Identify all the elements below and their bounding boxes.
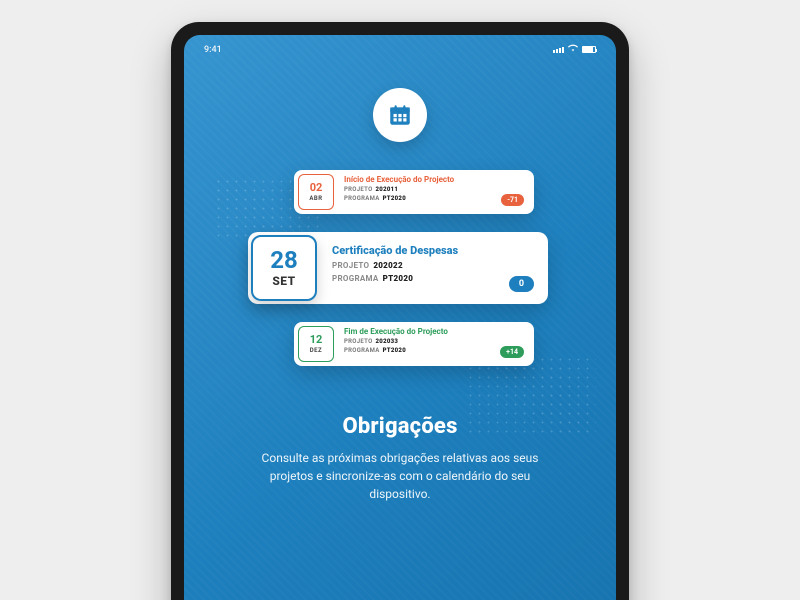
days-delta-badge: 0 [509,276,534,292]
card-program: PROGRAMAPT2020 [344,195,526,202]
obligation-card[interactable]: 02 ABR Início de Execução do Projecto PR… [294,170,534,214]
status-bar: 9:41 [184,35,616,56]
card-body: Início de Execução do Projecto PROJETO20… [338,170,534,214]
page-subtitle: Consulte as próximas obrigações relativa… [244,449,556,503]
card-program: PROGRAMAPT2020 [344,347,526,354]
card-body: Certificação de Despesas PROJETO202022 P… [320,232,548,304]
date-badge: 28 SET [251,235,317,301]
date-badge: 02 ABR [298,174,334,210]
onboarding-screen: 9:41 [184,35,616,600]
date-day: 02 [310,182,323,193]
days-delta-badge: -71 [501,194,524,206]
days-delta-badge: +14 [500,346,524,358]
page-title: Obrigações [244,414,556,439]
card-program: PROGRAMAPT2020 [332,274,534,283]
canvas: 9:41 [0,0,800,600]
card-project: PROJETO202022 [332,261,534,270]
obligations-card-stack: 02 ABR Início de Execução do Projecto PR… [184,170,616,380]
calendar-icon [387,102,413,128]
card-project: PROJETO202033 [344,338,526,345]
onboarding-copy: Obrigações Consulte as próximas obrigaçõ… [184,414,616,503]
date-day: 28 [270,248,298,272]
date-day: 12 [310,334,323,345]
card-title: Certificação de Despesas [332,244,534,257]
status-indicators [553,43,596,56]
obligation-card[interactable]: 12 DEZ Fim de Execução do Projecto PROJE… [294,322,534,366]
date-month: DEZ [310,347,322,354]
wifi-icon [568,43,578,56]
battery-icon [582,46,596,53]
obligation-card-featured[interactable]: 28 SET Certificação de Despesas PROJETO2… [248,232,548,304]
card-title: Início de Execução do Projecto [344,175,526,184]
date-badge: 12 DEZ [298,326,334,362]
status-time: 9:41 [204,45,222,55]
date-month: SET [272,274,295,288]
tablet-frame: 9:41 [171,22,629,600]
signal-icon [553,47,564,53]
card-project: PROJETO202011 [344,186,526,193]
card-body: Fim de Execução do Projecto PROJETO20203… [338,322,534,366]
card-title: Fim de Execução do Projecto [344,327,526,336]
date-month: ABR [309,195,322,202]
hero-calendar-icon [373,88,427,142]
